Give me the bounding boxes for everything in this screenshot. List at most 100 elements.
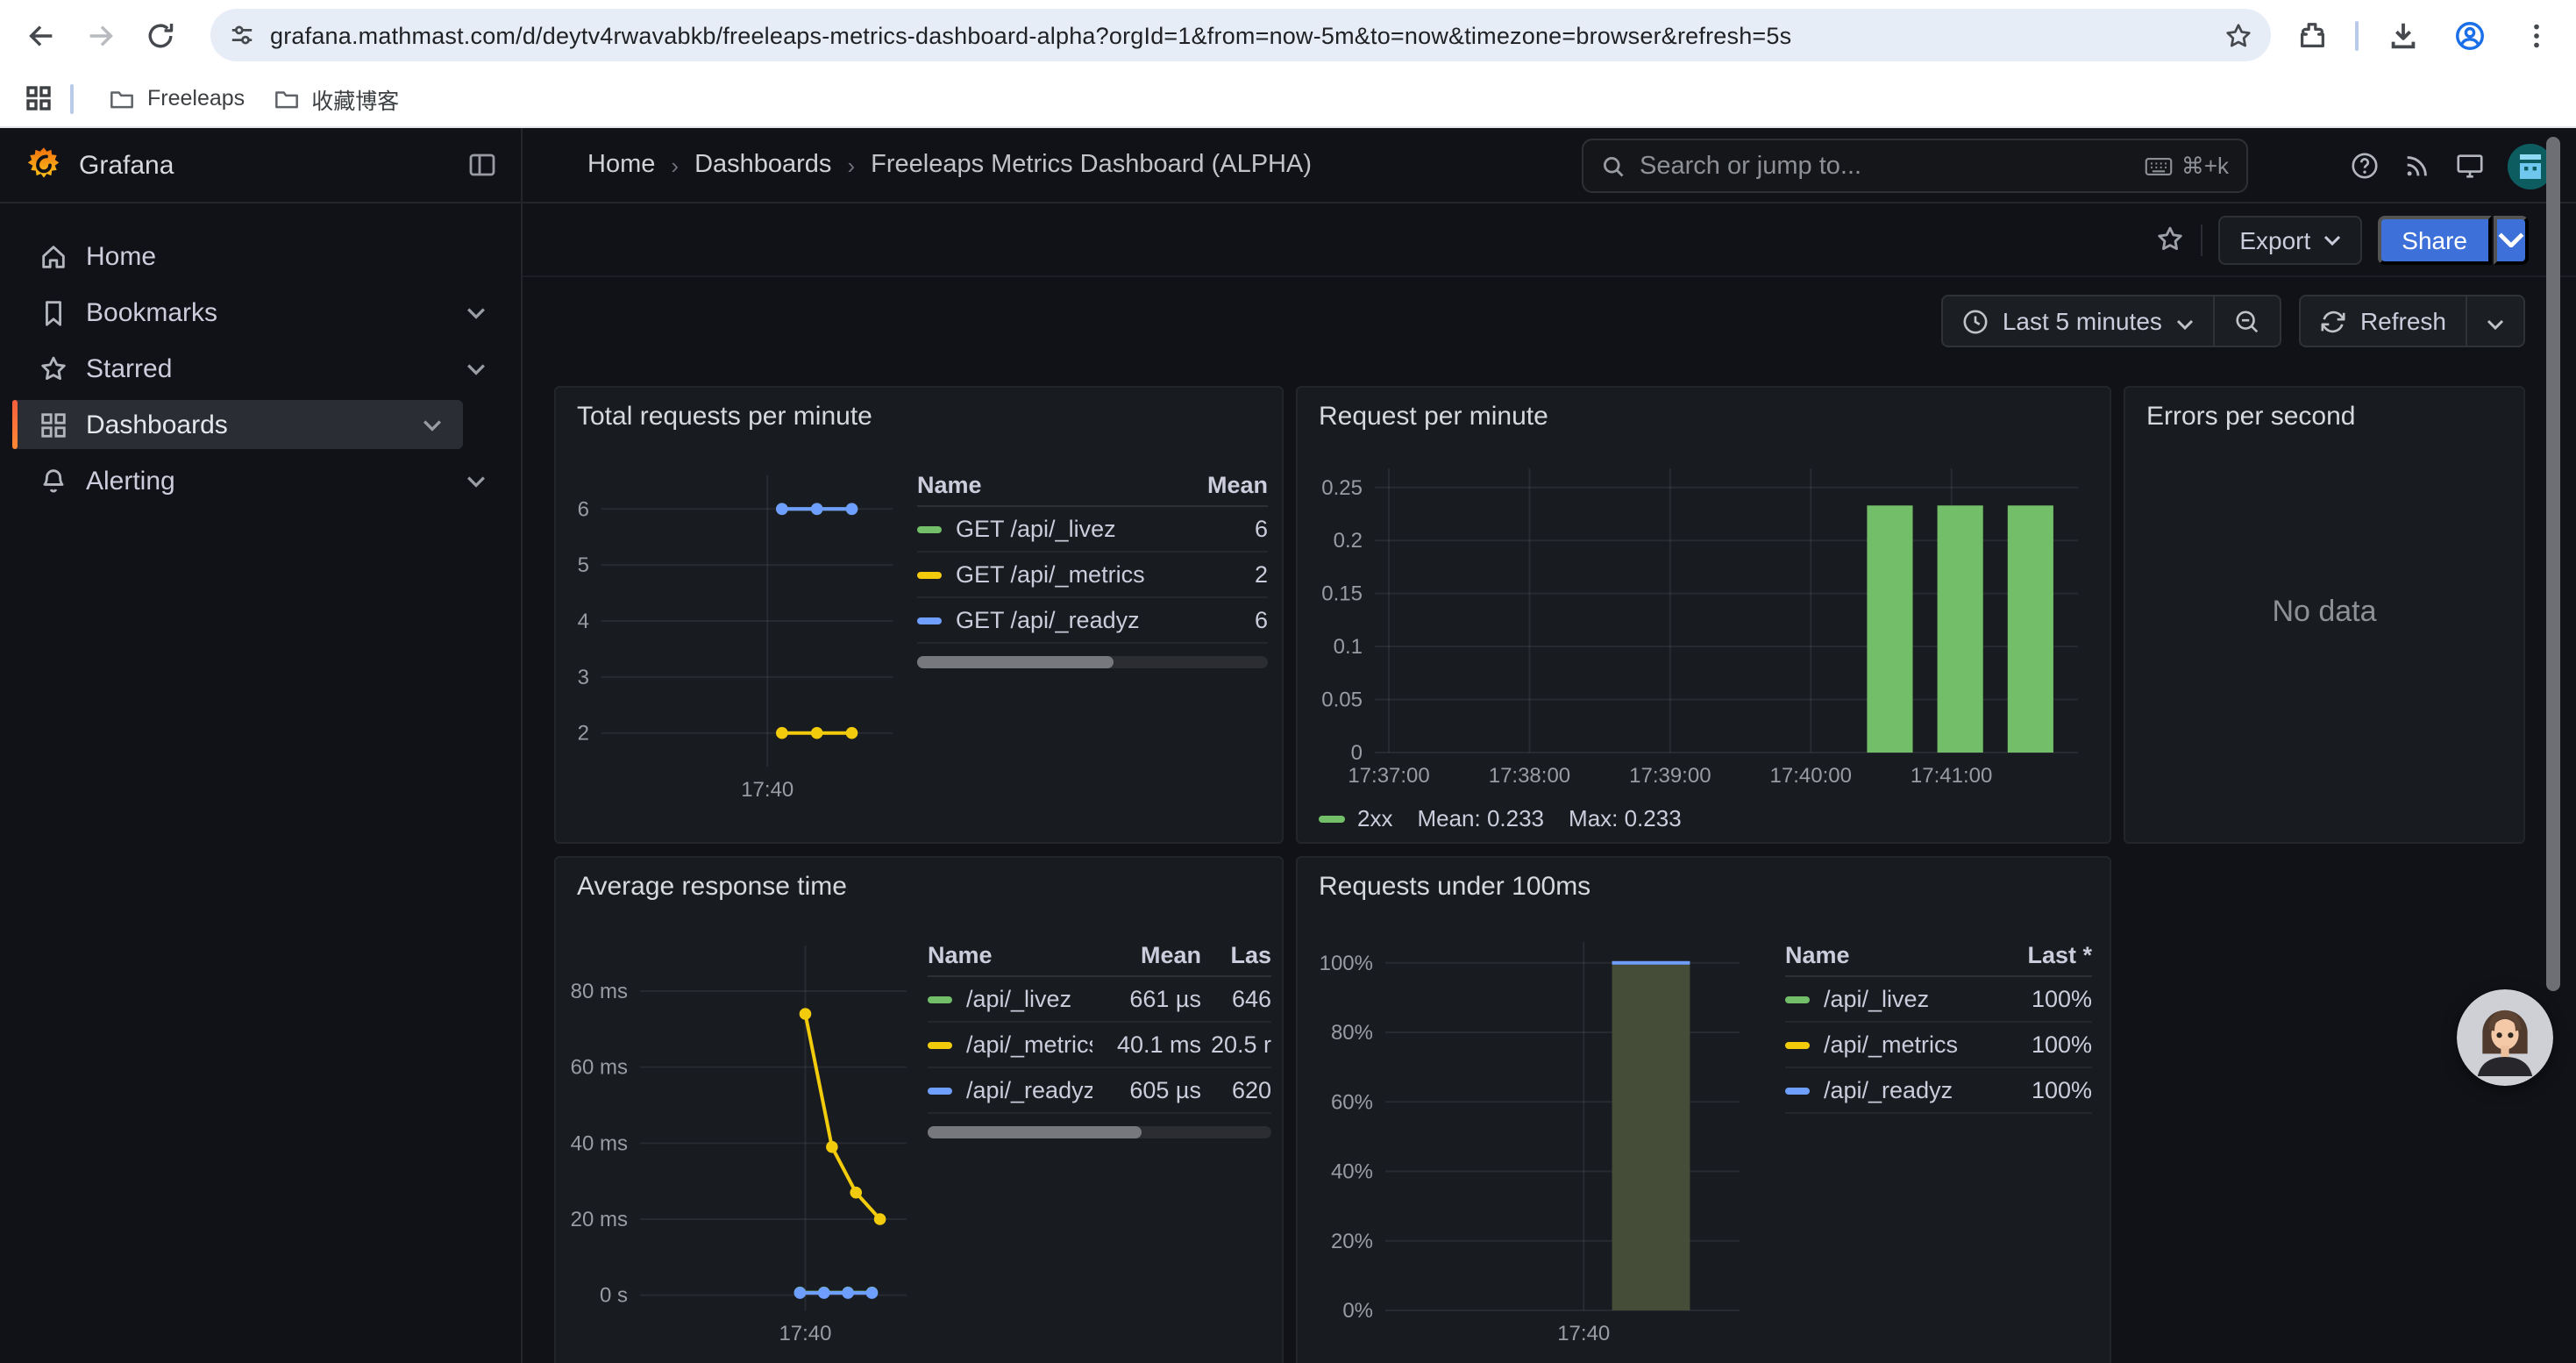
time-range-picker[interactable]: Last 5 minutes — [1943, 296, 2213, 346]
chevron-down-icon[interactable] — [466, 471, 486, 490]
collapse-sidebar-button[interactable] — [468, 151, 496, 179]
panel-errors-per-second: Errors per second No data — [2124, 386, 2525, 844]
legend-header: Name Last * — [1785, 935, 2092, 977]
legend-row[interactable]: GET /api/_livez 6 — [917, 507, 1268, 553]
grafana-header: Home › Dashboards › Freeleaps Metrics Da… — [523, 128, 2576, 203]
svg-text:60%: 60% — [1331, 1090, 1373, 1114]
series-swatch — [928, 995, 952, 1003]
request-per-minute-chart: 0.250.20.150.10.05017:37:0017:38:0017:39… — [1312, 451, 2099, 802]
extensions-button[interactable] — [2281, 5, 2341, 65]
legend-col-name[interactable]: Name — [917, 472, 1163, 498]
sidebar-item-alerting[interactable]: Alerting — [0, 456, 507, 505]
bookmarks-bar: Freeleaps 收藏博客 — [0, 70, 2576, 128]
legend-row[interactable]: /api/_metrics 40.1 ms 20.5 r — [928, 1023, 1271, 1068]
series-swatch — [1785, 1041, 1810, 1048]
sidebar-item-dashboards[interactable]: Dashboards — [12, 400, 463, 449]
svg-text:17:39:00: 17:39:00 — [1629, 764, 1711, 788]
legend-row[interactable]: /api/_readyz 100% — [1785, 1068, 2092, 1114]
browser-menu-button[interactable] — [2506, 5, 2565, 65]
search-placeholder: Search or jump to... — [1640, 152, 2131, 180]
chevron-down-icon[interactable] — [466, 359, 486, 378]
apps-grid-button[interactable] — [14, 84, 63, 112]
search-input[interactable]: Search or jump to... ⌘+k — [1582, 139, 2248, 193]
svg-text:0.15: 0.15 — [1321, 582, 1363, 606]
favorite-dashboard-button[interactable] — [2155, 225, 2185, 254]
svg-text:17:37:00: 17:37:00 — [1348, 764, 1429, 788]
screen: grafana.mathmast.com/d/deytv4rwavabkb/fr… — [0, 0, 2576, 1363]
legend-scrollbar[interactable] — [928, 1126, 1271, 1138]
url-bar[interactable]: grafana.mathmast.com/d/deytv4rwavabkb/fr… — [210, 9, 2271, 61]
profile-button[interactable] — [2439, 5, 2499, 65]
total-requests-chart: 6543217:40 — [566, 447, 910, 819]
refresh-interval-button[interactable] — [2467, 296, 2523, 346]
bookmark-star-button[interactable] — [2224, 20, 2253, 50]
legend-col-last[interactable]: Last * — [2001, 942, 2092, 968]
zoom-out-button[interactable] — [2215, 296, 2280, 346]
clock-icon — [1962, 308, 1989, 334]
series-swatch — [928, 1041, 952, 1048]
legend-row[interactable]: /api/_livez 661 µs 646 — [928, 977, 1271, 1023]
star-icon — [2155, 225, 2185, 254]
series-swatch — [917, 571, 942, 578]
legend-inline: 2xx Mean: 0.233 Max: 0.233 — [1319, 805, 1682, 831]
svg-text:100%: 100% — [1320, 952, 1373, 975]
sidebar-item-home[interactable]: Home — [0, 232, 507, 281]
bookmark-folder-freeleaps[interactable]: Freeleaps — [95, 80, 259, 117]
panel-title[interactable]: Request per minute — [1319, 402, 1548, 432]
refresh-button[interactable]: Refresh — [2301, 296, 2466, 346]
page-scrollbar[interactable] — [2546, 137, 2560, 991]
legend-col-name[interactable]: Name — [928, 942, 1092, 968]
chevron-down-icon — [2487, 307, 2504, 335]
panel-title[interactable]: Requests under 100ms — [1319, 872, 1590, 902]
legend-row[interactable]: GET /api/_metrics 2 — [917, 553, 1268, 598]
breadcrumb-home[interactable]: Home — [587, 151, 655, 179]
sidebar-nav: Home Bookmarks Starred Dashboards — [0, 225, 521, 512]
monitor-button[interactable] — [2455, 151, 2485, 181]
refresh-group: Refresh — [2299, 295, 2525, 347]
legend-item-2xx[interactable]: 2xx — [1319, 805, 1392, 831]
svg-text:20 ms: 20 ms — [571, 1208, 628, 1231]
grafana-app: Grafana Home Bookmarks Starred — [0, 128, 2576, 1363]
share-menu-button[interactable] — [2494, 215, 2529, 264]
legend-scrollbar[interactable] — [917, 656, 1268, 668]
export-button[interactable]: Export — [2218, 215, 2361, 264]
share-split-button: Share — [2377, 215, 2529, 264]
site-settings-icon[interactable] — [228, 21, 270, 49]
share-button[interactable]: Share — [2377, 215, 2492, 264]
panel-request-per-minute: Request per minute 0.250.20.150.10.05017… — [1296, 386, 2111, 844]
news-rss-button[interactable] — [2402, 151, 2432, 181]
panel-title[interactable]: Errors per second — [2146, 402, 2355, 432]
sidebar-item-bookmarks[interactable]: Bookmarks — [0, 288, 507, 337]
legend-row[interactable]: /api/_metrics 100% — [1785, 1023, 2092, 1068]
arrow-right-icon — [83, 18, 117, 52]
breadcrumb-dashboards[interactable]: Dashboards — [694, 151, 831, 179]
panel-title[interactable]: Average response time — [577, 872, 847, 902]
svg-text:17:40: 17:40 — [1557, 1322, 1610, 1345]
legend-col-mean[interactable]: Mean — [1163, 472, 1268, 498]
legend-col-name[interactable]: Name — [1785, 942, 2001, 968]
legend-col-mean[interactable]: Mean — [1092, 942, 1201, 968]
sidebar-item-starred[interactable]: Starred — [0, 344, 507, 393]
legend-max: Max: 0.233 — [1569, 805, 1682, 831]
help-button[interactable] — [2350, 151, 2380, 181]
legend-row[interactable]: /api/_readyz 605 µs 620 — [928, 1068, 1271, 1114]
reload-button[interactable] — [130, 5, 189, 65]
legend-row[interactable]: GET /api/_readyz 6 — [917, 598, 1268, 644]
kebab-menu-icon — [2519, 18, 2552, 52]
bookmark-folder-blogs[interactable]: 收藏博客 — [259, 76, 413, 120]
floating-assistant-avatar[interactable] — [2457, 989, 2553, 1086]
forward-button[interactable] — [70, 5, 130, 65]
chevron-down-icon[interactable] — [423, 415, 442, 434]
panel-title[interactable]: Total requests per minute — [577, 402, 872, 432]
star-icon — [39, 353, 68, 383]
back-button[interactable] — [11, 5, 70, 65]
url-text[interactable]: grafana.mathmast.com/d/deytv4rwavabkb/fr… — [270, 22, 2224, 48]
svg-text:17:40:00: 17:40:00 — [1770, 764, 1852, 788]
svg-text:80 ms: 80 ms — [571, 980, 628, 1003]
chevron-down-icon[interactable] — [466, 303, 486, 322]
downloads-button[interactable] — [2373, 5, 2432, 65]
svg-text:17:40: 17:40 — [779, 1322, 831, 1345]
sidebar: Grafana Home Bookmarks Starred — [0, 128, 523, 1363]
legend-col-last[interactable]: Las — [1201, 942, 1271, 968]
legend-row[interactable]: /api/_livez 100% — [1785, 977, 2092, 1023]
